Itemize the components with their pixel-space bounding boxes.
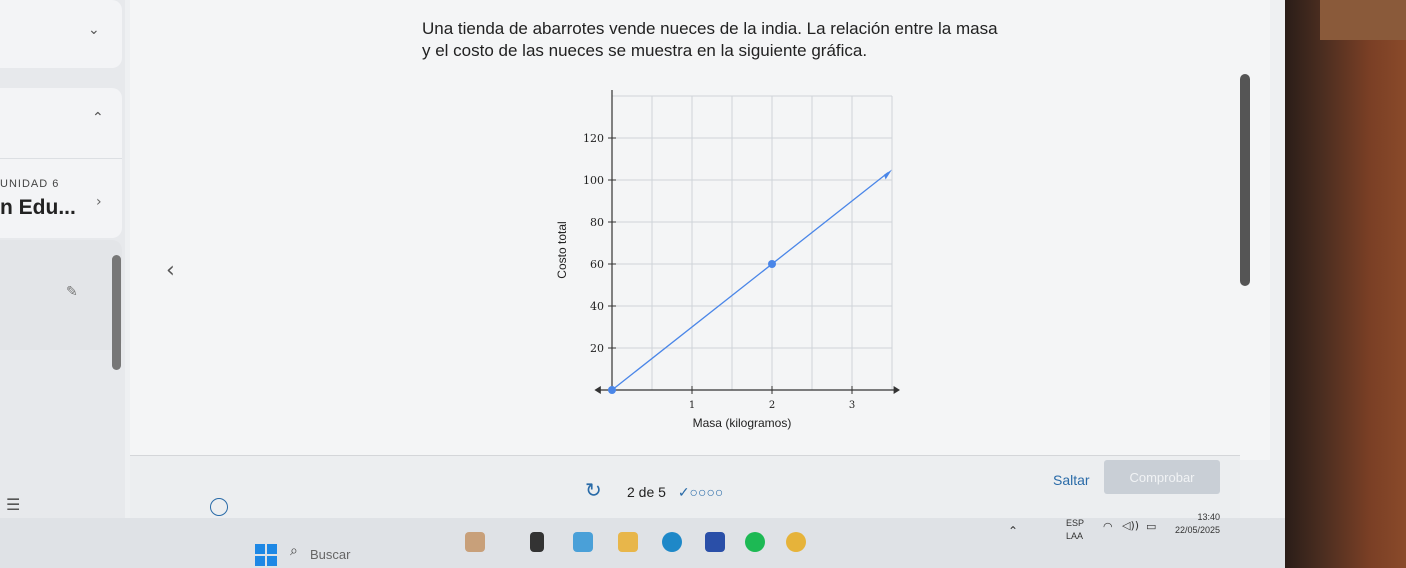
- volume-icon[interactable]: ◁)): [1122, 519, 1139, 532]
- sidebar-top-card[interactable]: ⌄: [0, 0, 122, 68]
- store-icon[interactable]: [705, 532, 725, 552]
- taskbar: [0, 518, 1290, 568]
- y-tick-label: 60: [590, 258, 604, 271]
- divider: [0, 158, 122, 159]
- series-line: [611, 172, 889, 391]
- widgets-icon[interactable]: [465, 532, 485, 552]
- question-text: Una tienda de abarrotes vende nueces de …: [422, 18, 1062, 62]
- unit-label: UNIDAD 6: [0, 178, 60, 190]
- file-explorer-icon[interactable]: [618, 532, 638, 552]
- y-tick-label: 20: [590, 342, 604, 355]
- x-axis-left-arrow-icon: [594, 386, 601, 394]
- progress-marks: ✓○○○○: [677, 484, 724, 500]
- copilot-icon[interactable]: [573, 532, 593, 552]
- content-scrollbar[interactable]: [1240, 74, 1250, 286]
- x-axis-arrow-icon: [893, 386, 900, 394]
- search-icon[interactable]: ⌕: [290, 543, 298, 559]
- series-arrow-icon: [884, 169, 892, 180]
- x-tick-label: 3: [849, 400, 855, 411]
- x-tick-label: 1: [689, 400, 695, 411]
- language-top: ESP: [1066, 518, 1085, 528]
- x-tick-label: 2: [769, 400, 775, 411]
- edge-icon[interactable]: [662, 532, 682, 552]
- chevron-down-icon[interactable]: ⌄: [88, 22, 100, 38]
- chart-ticks: 1 2 3 20 40 60 80 100 120: [583, 132, 855, 411]
- back-arrow-icon[interactable]: ‹: [166, 258, 175, 283]
- y-tick-label: 120: [583, 132, 604, 145]
- chart-series: [608, 169, 892, 394]
- list-icon[interactable]: ☰: [6, 495, 20, 514]
- data-point: [768, 260, 776, 268]
- language-bottom: LAA: [1066, 531, 1084, 541]
- y-tick-label: 100: [583, 174, 604, 187]
- spotify-icon[interactable]: [745, 532, 765, 552]
- y-tick-label: 80: [590, 216, 604, 229]
- tray-chevron-icon[interactable]: ⌃: [1008, 524, 1018, 538]
- chevron-up-icon[interactable]: ⌃: [92, 110, 104, 126]
- chart: 1 2 3 20 40 60 80 100 120 Masa (kilogramos) Cost…: [555, 90, 900, 430]
- y-axis-label: Costo total: [555, 221, 569, 278]
- sidebar-course-card[interactable]: n Edu... ⌃ UNIDAD 6 ›: [0, 88, 122, 238]
- y-tick-label: 40: [590, 300, 604, 313]
- screen: ⌄ n Edu... ⌃ UNIDAD 6 › ✎ ☰ ‹ Una tienda…: [0, 0, 1290, 568]
- language-indicator[interactable]: ESP LAA: [1066, 518, 1084, 541]
- progress-indicator: 2 de 5 ✓○○○○: [627, 484, 723, 501]
- chrome-icon[interactable]: [786, 532, 806, 552]
- sidebar-lesson-card[interactable]: ✎: [0, 240, 122, 350]
- screen-bezel: [1285, 0, 1406, 568]
- background-surface: [1320, 0, 1406, 40]
- question-line-1: Una tienda de abarrotes vende nueces de …: [422, 19, 998, 38]
- skip-button[interactable]: Saltar: [1053, 472, 1090, 488]
- check-button[interactable]: Comprobar: [1104, 460, 1220, 494]
- question-line-2: y el costo de las nueces se muestra en l…: [422, 41, 868, 60]
- chevron-right-icon[interactable]: ›: [96, 194, 102, 210]
- course-title: n Edu...: [0, 196, 76, 219]
- edit-icon[interactable]: ✎: [66, 284, 78, 300]
- wifi-icon[interactable]: ◠: [1103, 520, 1113, 533]
- clock[interactable]: 13:40 22/05/2025: [1170, 512, 1220, 535]
- clock-date: 22/05/2025: [1174, 525, 1220, 535]
- sidebar-scrollbar[interactable]: [112, 255, 121, 370]
- accessibility-icon[interactable]: [210, 498, 228, 516]
- task-view-icon[interactable]: [530, 532, 544, 552]
- battery-icon[interactable]: ▭: [1146, 520, 1156, 533]
- sidebar: ⌄ n Edu... ⌃ UNIDAD 6 › ✎ ☰: [0, 0, 125, 568]
- progress-text: 2 de 5: [627, 484, 666, 500]
- x-axis-label: Masa (kilogramos): [693, 416, 792, 430]
- refresh-icon[interactable]: ↻: [585, 478, 602, 502]
- data-point: [608, 386, 616, 394]
- chart-grid: [612, 95, 893, 390]
- taskbar-search[interactable]: Buscar: [310, 547, 350, 562]
- windows-start-icon[interactable]: [255, 544, 277, 566]
- clock-time: 13:40: [1197, 512, 1220, 522]
